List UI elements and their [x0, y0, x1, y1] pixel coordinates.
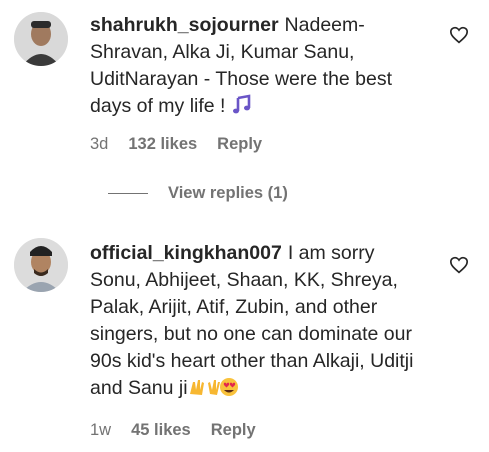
comment-username[interactable]: official_kingkhan007: [90, 242, 282, 264]
view-replies-button[interactable]: View replies (1): [108, 184, 288, 203]
comment-age: 1w: [90, 421, 112, 439]
comment-age: 3d: [90, 135, 109, 153]
user-avatar-image: [14, 12, 68, 66]
comment-body: I am sorry Sonu, Abhijeet, Shaan, KK, Sh…: [90, 242, 414, 399]
comment-text: shahrukh_sojourner Nadeem-Shravan, Alka J…: [90, 12, 430, 124]
comment-username[interactable]: shahrukh_sojourner: [90, 14, 279, 36]
comment-text: official_kingkhan007 I am sorry Sonu, Abh…: [90, 240, 430, 406]
avatar[interactable]: [14, 12, 68, 66]
like-heart-icon[interactable]: [449, 256, 469, 274]
likes-count[interactable]: 45 likes: [131, 421, 191, 440]
divider-line: [108, 193, 148, 194]
view-replies-label: View replies (1): [168, 184, 288, 202]
like-heart-icon[interactable]: [449, 26, 469, 44]
likes-count[interactable]: 132 likes: [128, 135, 197, 154]
music-notes-icon: [231, 94, 253, 124]
reply-button[interactable]: Reply: [217, 135, 262, 154]
raised-hands-and-heart-eyes-emoji: [188, 376, 238, 406]
user-avatar-image: [14, 238, 68, 292]
reply-button[interactable]: Reply: [211, 421, 256, 440]
comment-meta: 1w 45 likes Reply: [90, 421, 256, 440]
comment-meta: 3d 132 likes Reply: [90, 135, 262, 154]
avatar[interactable]: [14, 238, 68, 292]
